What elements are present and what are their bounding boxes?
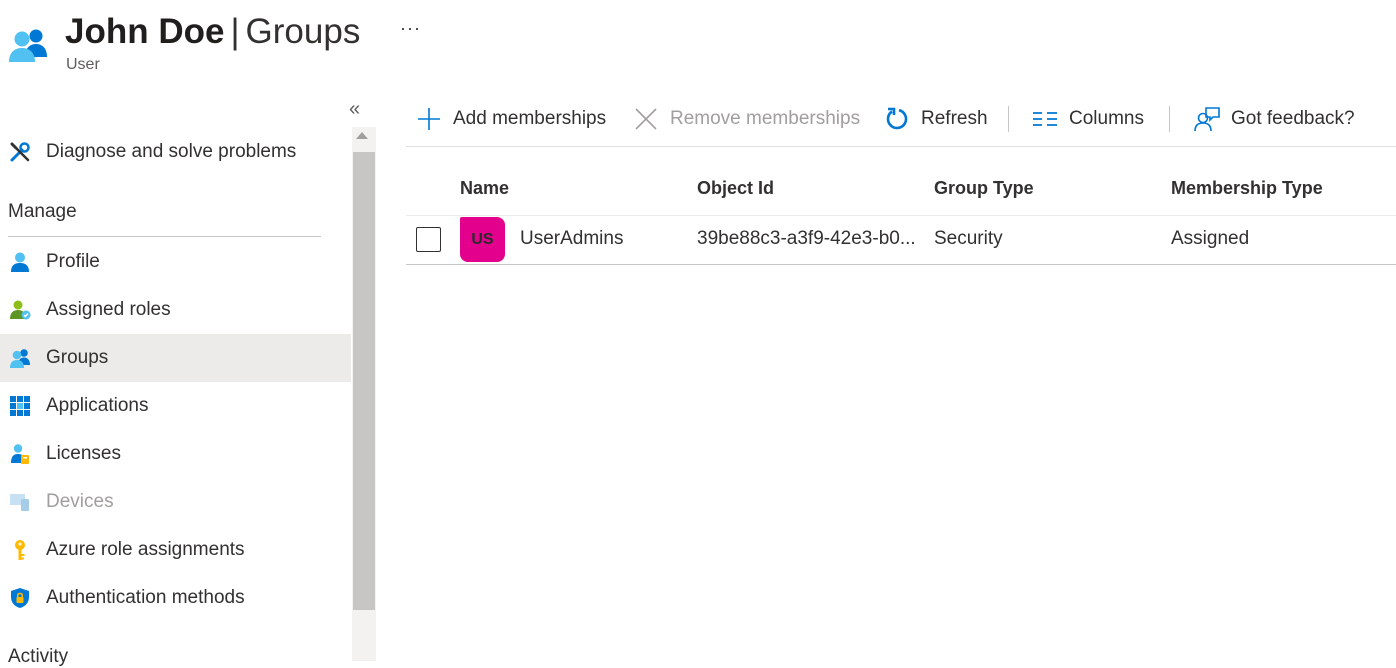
sidebar-item-label: Profile bbox=[46, 251, 100, 272]
columns-button[interactable]: Columns bbox=[1032, 96, 1144, 142]
users-group-icon bbox=[8, 346, 32, 370]
table-row-divider bbox=[406, 264, 1396, 265]
command-bar: Add memberships Remove memberships Refre… bbox=[406, 96, 1396, 144]
wrench-screwdriver-icon bbox=[8, 140, 32, 164]
refresh-label: Refresh bbox=[921, 108, 988, 129]
sidebar-item-azure-role-assignments[interactable]: Azure role assignments bbox=[0, 526, 351, 574]
collapse-sidebar-button[interactable]: « bbox=[349, 98, 360, 121]
remove-memberships-button[interactable]: Remove memberships bbox=[633, 96, 860, 142]
person-role-icon bbox=[8, 298, 32, 322]
section-divider bbox=[8, 236, 321, 237]
add-memberships-label: Add memberships bbox=[453, 108, 607, 129]
refresh-button[interactable]: Refresh bbox=[884, 96, 988, 142]
shield-lock-icon bbox=[8, 586, 32, 610]
columns-label: Columns bbox=[1069, 108, 1144, 129]
person-icon bbox=[8, 250, 32, 274]
sidebar-item-label: Authentication methods bbox=[46, 587, 245, 608]
section-activity: Activity bbox=[8, 646, 69, 667]
membership-type-cell: Assigned bbox=[1171, 228, 1250, 249]
toolbar-separator bbox=[1169, 106, 1170, 132]
sidebar-item-diagnose[interactable]: Diagnose and solve problems bbox=[0, 128, 351, 176]
section-manage: Manage bbox=[8, 201, 77, 222]
scroll-up-arrow-icon[interactable] bbox=[356, 132, 368, 139]
page-title: John Doe | Groups bbox=[65, 10, 360, 54]
plus-icon bbox=[416, 106, 442, 132]
page-subtitle: User bbox=[66, 56, 100, 73]
object-id-cell: 39be88c3-a3f9-42e3-b0... bbox=[697, 228, 916, 249]
feedback-button[interactable]: Got feedback? bbox=[1194, 96, 1355, 142]
section-name: Groups bbox=[245, 12, 361, 51]
title-separator: | bbox=[230, 12, 240, 51]
remove-memberships-label: Remove memberships bbox=[670, 108, 861, 129]
group-avatar: US bbox=[460, 217, 505, 262]
license-icon bbox=[8, 442, 32, 466]
sidebar-item-assigned-roles[interactable]: Assigned roles bbox=[0, 286, 351, 334]
group-type-cell: Security bbox=[934, 228, 1003, 249]
more-options-button[interactable]: ··· bbox=[400, 18, 421, 39]
feedback-label: Got feedback? bbox=[1231, 108, 1355, 129]
close-icon bbox=[633, 106, 659, 132]
sidebar-item-label: Applications bbox=[46, 395, 149, 416]
row-checkbox[interactable] bbox=[416, 227, 441, 252]
sidebar-item-authentication-methods[interactable]: Authentication methods bbox=[0, 574, 351, 622]
sidebar-item-label: Diagnose and solve problems bbox=[46, 141, 297, 162]
users-group-icon bbox=[6, 24, 52, 64]
sidebar-scroll-thumb[interactable] bbox=[353, 152, 375, 610]
sidebar-item-label: Assigned roles bbox=[46, 299, 171, 320]
sidebar-item-label: Groups bbox=[46, 347, 109, 368]
column-header-group-type[interactable]: Group Type bbox=[934, 178, 1034, 199]
sidebar-item-applications[interactable]: Applications bbox=[0, 382, 351, 430]
column-header-object-id[interactable]: Object Id bbox=[697, 178, 774, 199]
group-name-link[interactable]: UserAdmins bbox=[520, 228, 623, 250]
sidebar-item-label: Devices bbox=[46, 491, 114, 512]
sidebar-item-label: Azure role assignments bbox=[46, 539, 245, 560]
sidebar-item-label: Licenses bbox=[46, 443, 121, 464]
column-header-membership-type[interactable]: Membership Type bbox=[1171, 178, 1323, 199]
toolbar-divider bbox=[406, 146, 1396, 147]
sidebar-item-devices[interactable]: Devices bbox=[0, 478, 351, 526]
add-memberships-button[interactable]: Add memberships bbox=[416, 96, 606, 142]
feedback-icon bbox=[1194, 106, 1220, 132]
sidebar-item-groups[interactable]: Groups bbox=[0, 334, 351, 382]
toolbar-separator bbox=[1008, 106, 1009, 132]
user-name: John Doe bbox=[65, 12, 225, 51]
sidebar-item-licenses[interactable]: Licenses bbox=[0, 430, 351, 478]
columns-icon bbox=[1032, 106, 1058, 132]
apps-grid-icon bbox=[8, 394, 32, 418]
refresh-icon bbox=[884, 106, 910, 132]
table-row[interactable]: US UserAdmins 39be88c3-a3f9-42e3-b0... S… bbox=[406, 216, 1396, 264]
key-icon bbox=[8, 538, 32, 562]
device-icon bbox=[8, 490, 32, 514]
sidebar-item-profile[interactable]: Profile bbox=[0, 238, 351, 286]
column-header-name[interactable]: Name bbox=[460, 178, 509, 199]
